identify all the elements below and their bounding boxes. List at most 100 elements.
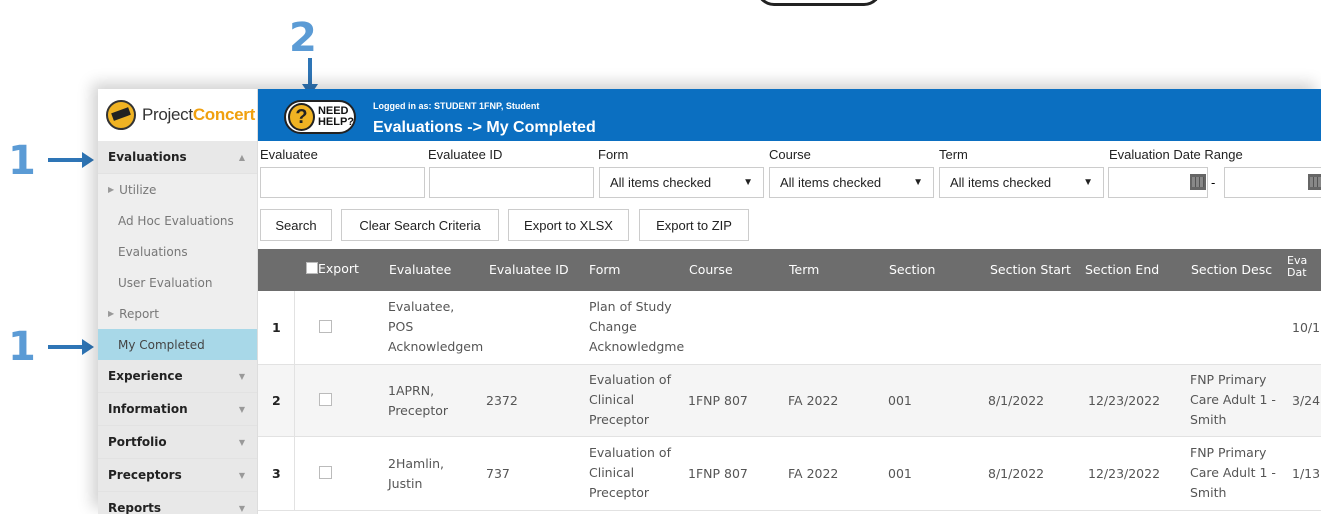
sidebar-section-label: Experience [108, 369, 183, 383]
cell-evaluation-date: 10/1 [1292, 320, 1321, 335]
logo-icon [106, 100, 136, 130]
evaluatee-label: Evaluatee [260, 147, 318, 162]
row-export-checkbox[interactable] [319, 320, 332, 333]
page-title: Evaluations -> My Completed [373, 119, 596, 136]
cell-term: FA 2022 [788, 393, 839, 408]
sidebar-section-preceptors[interactable]: Preceptors ▼ [98, 459, 257, 492]
sidebar-section-evaluations[interactable]: Evaluations ▲ [98, 141, 257, 174]
cell-evaluation-date: 3/24 [1292, 393, 1321, 408]
cell-evaluatee-id: 737 [486, 466, 510, 481]
sidebar-item-my-completed[interactable]: My Completed [98, 329, 257, 360]
header-section-desc[interactable]: Section Desc [1191, 262, 1272, 277]
need-help-button[interactable]: ? NEED HELP? [284, 100, 356, 134]
form-select-value: All items checked [610, 175, 712, 190]
cell-form: Evaluation of Clinical Preceptor [589, 372, 671, 427]
screenshot-stage: 2 1 1 ProjectConcert ? NEED HELP? Logged… [0, 0, 1321, 514]
evaluatee-id-input[interactable] [429, 167, 594, 198]
cell-section: 001 [888, 393, 912, 408]
export-xlsx-button[interactable]: Export to XLSX [508, 209, 629, 241]
logo-text-accent: Concert [192, 105, 255, 124]
header-course[interactable]: Course [689, 262, 733, 277]
search-button[interactable]: Search [260, 209, 332, 241]
header-term[interactable]: Term [789, 262, 819, 277]
triangle-right-icon: ▶ [108, 185, 115, 194]
date-to-input[interactable] [1224, 167, 1321, 198]
term-label: Term [939, 147, 968, 162]
row-export-checkbox[interactable] [319, 466, 332, 479]
results-grid: Export Evaluatee Evaluatee ID Form Cours… [258, 249, 1321, 511]
select-all-checkbox[interactable] [306, 262, 318, 274]
date-range-label: Evaluation Date Range [1109, 147, 1243, 162]
header-evaluation-date[interactable]: Eva Dat [1287, 255, 1307, 279]
sidebar-item-evaluations[interactable]: Evaluations [98, 236, 257, 267]
sidebar-section-experience[interactable]: Experience ▼ [98, 360, 257, 393]
header-export[interactable]: Export [306, 261, 359, 276]
cell-evaluation-date: 1/13 [1292, 466, 1321, 481]
cell-section-start: 8/1/2022 [988, 466, 1045, 481]
cell-form: Evaluation of Clinical Preceptor [589, 445, 671, 500]
sidebar-item-report[interactable]: ▶ Report [98, 298, 257, 329]
cell-evaluatee: 1APRN, Preceptor [388, 383, 449, 418]
sidebar-section-label: Information [108, 402, 188, 416]
help-line-2: HELP? [317, 116, 354, 128]
sidebar-section-label: Evaluations [108, 150, 187, 164]
sidebar-section-portfolio[interactable]: Portfolio ▼ [98, 426, 257, 459]
row-export-checkbox[interactable] [319, 393, 332, 406]
export-zip-button[interactable]: Export to ZIP [639, 209, 749, 241]
sidebar-section-information[interactable]: Information ▼ [98, 393, 257, 426]
table-row[interactable]: 2 1APRN, Preceptor 2372 Evaluation of Cl… [258, 365, 1321, 437]
grid-header: Export Evaluatee Evaluatee ID Form Cours… [258, 249, 1321, 291]
term-select[interactable]: All items checked ▼ [939, 167, 1104, 198]
app-window: ProjectConcert ? NEED HELP? Logged in as… [98, 89, 1321, 514]
sidebar-section-label: Preceptors [108, 468, 182, 482]
header-export-label: Export [318, 261, 359, 276]
sidebar: Evaluations ▲ ▶ Utilize Ad Hoc Evaluation… [98, 141, 258, 514]
chevron-down-icon: ▼ [238, 404, 245, 414]
header-evaluatee[interactable]: Evaluatee [389, 262, 451, 277]
chevron-up-icon: ▲ [238, 152, 245, 162]
calendar-icon[interactable] [1308, 174, 1321, 190]
evaluatee-id-label: Evaluatee ID [428, 147, 503, 162]
header-section[interactable]: Section [889, 262, 935, 277]
dropdown-arrow-icon: ▼ [743, 177, 753, 188]
annotation-arrow-down [302, 58, 318, 96]
calendar-icon[interactable] [1190, 174, 1206, 190]
header-section-end[interactable]: Section End [1085, 262, 1159, 277]
form-select[interactable]: All items checked ▼ [599, 167, 764, 198]
annotation-number-1-top: 1 [8, 138, 36, 184]
chevron-down-icon: ▼ [238, 470, 245, 480]
cell-form: Plan of Study Change Acknowledgme [589, 299, 685, 354]
sidebar-item-ad-hoc-evaluations[interactable]: Ad Hoc Evaluations [98, 205, 257, 236]
page-header: ? NEED HELP? Logged in as: STUDENT 1FNP,… [258, 89, 1321, 141]
sidebar-item-label: Report [119, 306, 159, 321]
clear-search-button[interactable]: Clear Search Criteria [341, 209, 499, 241]
cell-section-start: 8/1/2022 [988, 393, 1045, 408]
header-section-start[interactable]: Section Start [990, 262, 1071, 277]
logo[interactable]: ProjectConcert [98, 89, 258, 141]
sidebar-item-user-evaluation[interactable]: User Evaluation [98, 267, 257, 298]
sidebar-section-reports[interactable]: Reports ▼ [98, 492, 257, 514]
triangle-right-icon: ▶ [108, 309, 115, 318]
annotation-arrow-evaluations [48, 152, 94, 168]
annotation-number-2: 2 [289, 15, 317, 61]
sidebar-item-label: My Completed [118, 337, 205, 352]
cell-section-end: 12/23/2022 [1088, 393, 1161, 408]
cell-term: FA 2022 [788, 466, 839, 481]
course-label: Course [769, 147, 811, 162]
row-number: 3 [272, 466, 281, 481]
main-content: Evaluatee Evaluatee ID Form Course Term … [258, 141, 1321, 514]
cell-evaluatee: Evaluatee, POS Acknowledgem [388, 299, 484, 354]
cell-evaluatee-id: 2372 [486, 393, 518, 408]
table-row[interactable]: 1 Evaluatee, POS Acknowledgem Plan of St… [258, 291, 1321, 365]
sidebar-item-label: User Evaluation [118, 275, 213, 290]
sidebar-item-utilize[interactable]: ▶ Utilize [98, 174, 257, 205]
header-form[interactable]: Form [589, 262, 621, 277]
sidebar-item-label: Utilize [119, 182, 157, 197]
cell-course: 1FNP 807 [688, 466, 748, 481]
evaluatee-input[interactable] [260, 167, 425, 198]
annotation-number-1-bottom: 1 [8, 324, 36, 370]
logged-in-text: Logged in as: STUDENT 1FNP, Student [373, 101, 540, 111]
header-evaluatee-id[interactable]: Evaluatee ID [489, 262, 569, 277]
table-row[interactable]: 3 2Hamlin, Justin 737 Evaluation of Clin… [258, 437, 1321, 511]
course-select[interactable]: All items checked ▼ [769, 167, 934, 198]
